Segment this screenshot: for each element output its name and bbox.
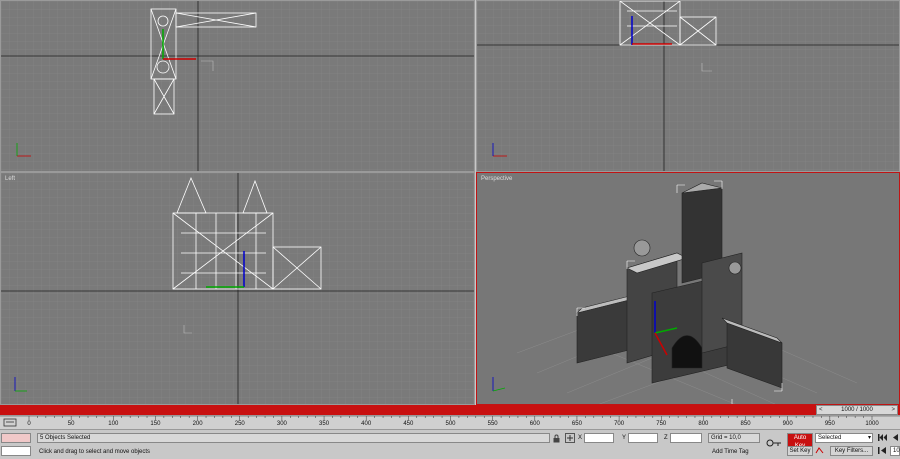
ruler-tick-label: 100 — [108, 421, 119, 427]
go-to-start-icon[interactable] — [877, 433, 888, 442]
time-slider-track[interactable] — [0, 405, 900, 415]
status-bar: 5 Objects Selected Click and drag to sel… — [0, 429, 900, 459]
viewport-left[interactable]: Left — [0, 172, 475, 405]
x-coord-field[interactable] — [584, 433, 614, 443]
ruler-tick-label: 950 — [824, 421, 835, 427]
mini-curve-editor-icon[interactable] — [3, 418, 17, 427]
ruler-tick-label: 800 — [698, 421, 709, 427]
viewport-top[interactable] — [0, 0, 475, 172]
prompt-line: Click and drag to select and move object… — [39, 449, 151, 455]
ruler-tick-label: 250 — [234, 421, 245, 427]
ruler-tick-label: 200 — [192, 421, 203, 427]
track-bar-ruler[interactable]: 0 50 100 150 200 250 300 350 400 450 500 550 600 650 7… — [0, 415, 900, 430]
set-key-button[interactable]: Set Key — [787, 446, 813, 456]
add-time-tag[interactable]: Add Time Tag — [712, 448, 749, 456]
ruler-tick-label: 350 — [319, 421, 330, 427]
ruler-tick-label: 400 — [361, 421, 372, 427]
previous-frame-icon[interactable] — [890, 433, 900, 442]
time-prev-button[interactable]: < — [819, 406, 823, 414]
viewport-perspective[interactable]: Perspective — [476, 172, 900, 405]
front-view-canvas — [477, 1, 899, 171]
selection-lock-icon[interactable] — [552, 434, 561, 443]
key-mode-icon[interactable] — [815, 446, 824, 455]
ruler-tick-label: 450 — [403, 421, 414, 427]
ruler-tick-label: 0 — [27, 421, 31, 427]
frame-counter: 1000 / 1000 — [841, 407, 873, 413]
set-key-mode-icon[interactable] — [766, 438, 782, 448]
ruler-tick-label: 850 — [740, 421, 751, 427]
ruler-tick-label: 1000 — [865, 421, 879, 427]
y-label: Y — [622, 435, 627, 441]
viewport-left-label: Left — [5, 176, 16, 182]
top-view-canvas — [1, 1, 474, 171]
y-coord-field[interactable] — [628, 433, 658, 443]
maxscript-listener-field[interactable] — [1, 433, 31, 443]
perspective-view-canvas — [477, 173, 899, 404]
grid-spacing-display: Grid = 10,0 — [708, 433, 760, 443]
time-slider-thumb[interactable]: < 1000 / 1000 > — [816, 405, 898, 415]
x-label: X — [578, 435, 583, 441]
absolute-mode-icon[interactable] — [565, 433, 575, 443]
time-next-button[interactable]: > — [891, 406, 895, 414]
key-filter-select[interactable]: Selected ▾ — [815, 433, 873, 443]
selection-info: 5 Objects Selected — [37, 433, 550, 443]
left-view-canvas — [1, 173, 474, 404]
ruler-tick-label: 550 — [487, 421, 498, 427]
chevron-down-icon: ▾ — [867, 435, 871, 441]
ruler-tick-label: 600 — [529, 421, 540, 427]
ruler-tick-label: 900 — [782, 421, 793, 427]
z-label: Z — [664, 435, 668, 441]
key-filter-select-value: Selected — [818, 435, 842, 441]
ruler-tick-label: 150 — [150, 421, 161, 427]
maxscript-listener-output[interactable] — [1, 446, 31, 456]
key-filters-button[interactable]: Key Filters... — [830, 446, 873, 456]
ruler-tick-label: 700 — [614, 421, 625, 427]
key-mode-toggle-icon[interactable] — [877, 446, 888, 455]
ruler-tick-label: 300 — [276, 421, 287, 427]
viewport-front[interactable] — [476, 0, 900, 172]
viewport-perspective-label: Perspective — [481, 176, 513, 182]
ruler-tick-label: 500 — [445, 421, 456, 427]
current-frame-field[interactable]: 10 — [890, 446, 900, 456]
ruler-tick-label: 650 — [571, 421, 582, 427]
ruler-tick-label: 750 — [656, 421, 667, 427]
z-coord-field[interactable] — [670, 433, 702, 443]
ruler-tick-label: 50 — [67, 421, 75, 427]
